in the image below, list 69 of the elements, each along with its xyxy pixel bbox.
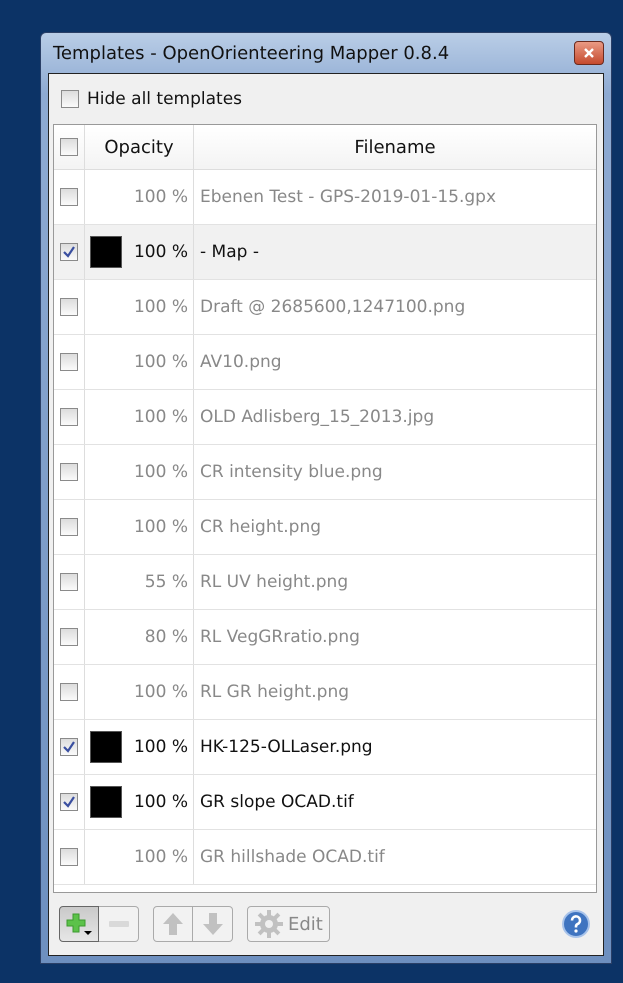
opacity-cell: 80 % [144, 627, 188, 647]
filename-cell: RL VegGRratio.png [200, 627, 360, 647]
template-row[interactable]: 55 % RL UV height.png [54, 555, 596, 610]
filename-cell: GR hillshade OCAD.tif [200, 847, 385, 867]
hide-all-label: Hide all templates [87, 89, 242, 109]
visibility-checkbox[interactable] [60, 463, 78, 481]
template-row[interactable]: 100 % AV10.png [54, 335, 596, 390]
template-row[interactable]: 100 % CR intensity blue.png [54, 445, 596, 500]
template-row[interactable]: 80 % RL VegGRratio.png [54, 610, 596, 665]
template-row[interactable]: 100 % GR slope OCAD.tif [54, 775, 596, 830]
filename-cell: CR intensity blue.png [200, 462, 383, 482]
visibility-checkbox[interactable] [60, 353, 78, 371]
opacity-cell: 100 % [134, 737, 188, 757]
visibility-checkbox[interactable] [60, 518, 78, 536]
close-icon [583, 48, 595, 58]
filename-cell: CR height.png [200, 517, 322, 537]
template-row[interactable]: 100 % CR height.png [54, 500, 596, 555]
filename-cell: HK-125-OLLaser.png [200, 737, 373, 757]
header-checkbox[interactable] [60, 138, 78, 156]
visibility-checkbox[interactable] [60, 408, 78, 426]
visibility-checkbox[interactable] [60, 793, 78, 811]
filename-cell: Ebenen Test - GPS-2019-01-15.gpx [200, 187, 496, 207]
opacity-cell: 100 % [134, 352, 188, 372]
hide-all-checkbox[interactable] [61, 90, 79, 108]
color-swatch [90, 236, 122, 268]
add-button[interactable] [59, 906, 99, 942]
template-row[interactable]: 100 % - Map - [54, 225, 596, 280]
template-row[interactable]: 100 % OLD Adlisberg_15_2013.jpg [54, 390, 596, 445]
column-header[interactable]: Filename [194, 125, 596, 169]
visibility-checkbox[interactable] [60, 848, 78, 866]
template-row[interactable]: 100 % Draft @ 2685600,1247100.png [54, 280, 596, 335]
filename-cell: RL UV height.png [200, 572, 348, 592]
arrow-up-icon [162, 912, 184, 936]
close-button[interactable] [574, 41, 604, 65]
opacity-cell: 100 % [134, 847, 188, 867]
color-swatch [90, 731, 122, 763]
visibility-checkbox[interactable] [60, 243, 78, 261]
opacity-cell: 100 % [134, 297, 188, 317]
visibility-checkbox[interactable] [60, 298, 78, 316]
visibility-checkbox[interactable] [60, 628, 78, 646]
filename-cell: AV10.png [200, 352, 282, 372]
arrow-down-icon [202, 912, 224, 936]
plus-icon [64, 911, 94, 937]
visibility-checkbox[interactable] [60, 188, 78, 206]
visibility-checkbox[interactable] [60, 683, 78, 701]
template-row[interactable]: 100 % GR hillshade OCAD.tif [54, 830, 596, 885]
filename-cell: GR slope OCAD.tif [200, 792, 354, 812]
opacity-cell: 100 % [134, 682, 188, 702]
template-row[interactable]: 100 % HK-125-OLLaser.png [54, 720, 596, 775]
window-title: Templates - OpenOrienteering Mapper 0.8.4 [52, 42, 450, 64]
filename-cell: - Map - [200, 242, 259, 262]
opacity-cell: 100 % [134, 187, 188, 207]
visibility-checkbox[interactable] [60, 573, 78, 591]
opacity-cell: 55 % [144, 572, 188, 592]
opacity-cell: 100 % [134, 792, 188, 812]
filename-cell: OLD Adlisberg_15_2013.jpg [200, 407, 434, 427]
opacity-cell: 100 % [134, 517, 188, 537]
minus-icon [108, 920, 130, 928]
filename-cell: Draft @ 2685600,1247100.png [200, 297, 466, 317]
help-icon[interactable] [561, 909, 591, 939]
opacity-cell: 100 % [134, 242, 188, 262]
filename-cell: RL GR height.png [200, 682, 350, 702]
column-header[interactable]: Opacity [85, 125, 194, 169]
color-swatch [90, 786, 122, 818]
visibility-checkbox[interactable] [60, 738, 78, 756]
opacity-cell: 100 % [134, 407, 188, 427]
opacity-cell: 100 % [134, 462, 188, 482]
gear-icon [254, 909, 284, 939]
template-row[interactable]: 100 % RL GR height.png [54, 665, 596, 720]
